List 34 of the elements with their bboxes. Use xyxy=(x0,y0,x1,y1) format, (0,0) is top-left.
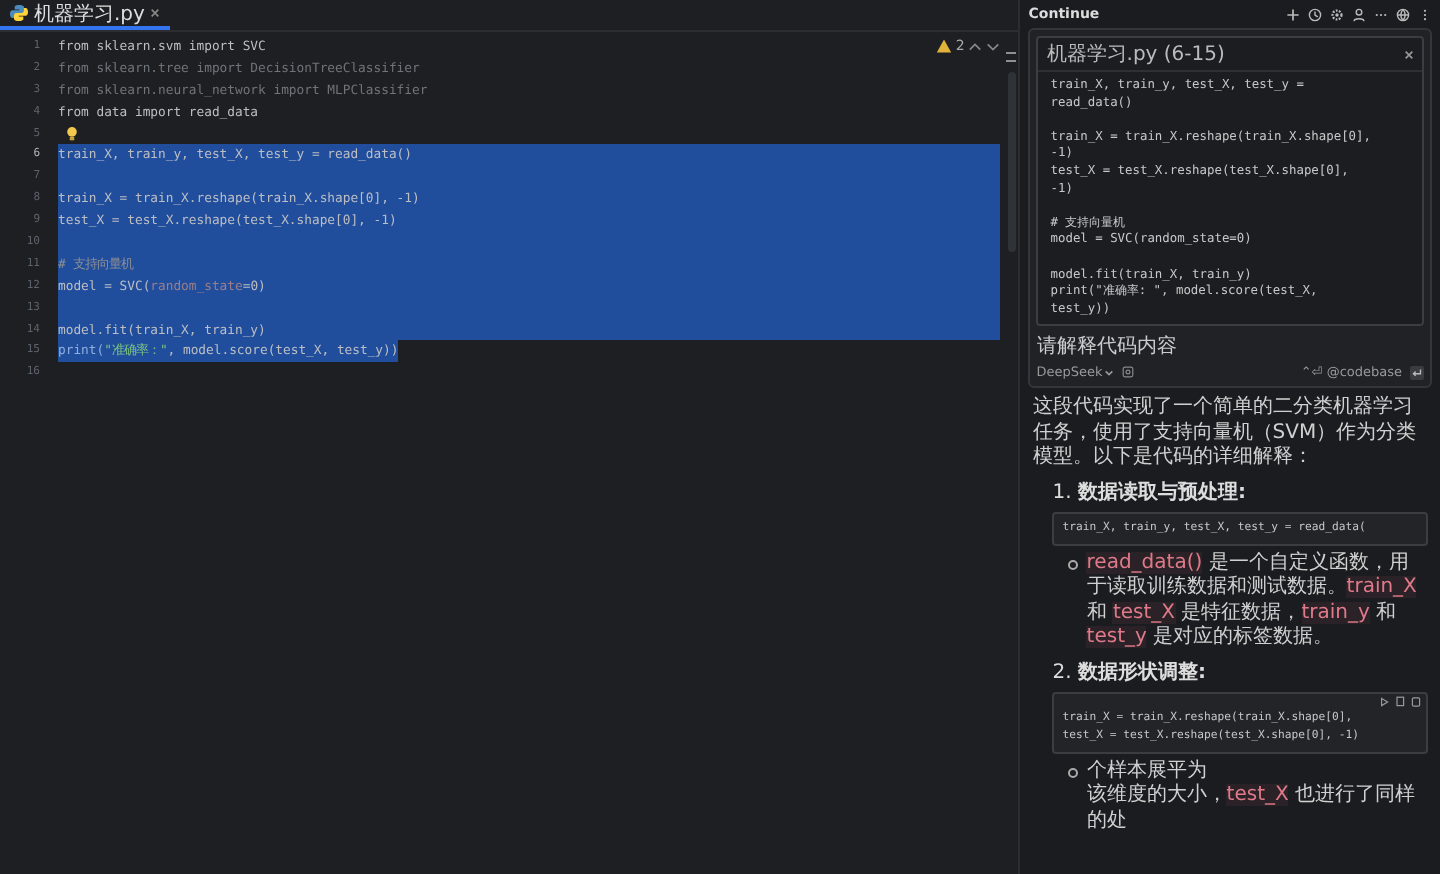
globe-icon[interactable] xyxy=(1396,7,1410,21)
python-file-icon xyxy=(10,4,28,22)
close-icon[interactable] xyxy=(1404,49,1414,59)
answer-paragraph: 这段代码实现了一个简单的二分类机器学习任务，使用了支持向量机（SVM）作为分类模型。以下是代码的详细解释： xyxy=(1032,396,1419,472)
copy-icon[interactable] xyxy=(1394,695,1406,708)
bullet-text: 该维度的大小，test_X 也进行了同样的处 xyxy=(1086,784,1418,835)
settings-icon[interactable] xyxy=(1330,7,1344,21)
bullet-text: 个样本展平为 xyxy=(1086,759,1209,783)
lightbulb-icon[interactable] xyxy=(66,126,78,142)
context-file-label: 机器学习.py (6-15) xyxy=(1046,41,1225,68)
enter-icon[interactable] xyxy=(1410,365,1424,380)
section-heading: 数据读取与预处理: xyxy=(1078,481,1247,504)
play-icon[interactable] xyxy=(1378,695,1390,708)
prompt-text[interactable]: 请解释代码内容 xyxy=(1036,332,1424,361)
warning-icon[interactable] xyxy=(935,38,952,54)
history-icon[interactable] xyxy=(1308,7,1322,21)
scrollbar-marker xyxy=(1006,52,1017,54)
file-tab[interactable]: 机器学习.py xyxy=(0,0,171,30)
bullet-icon xyxy=(1068,559,1079,570)
menu-icon[interactable] xyxy=(1418,7,1432,21)
image-icon[interactable] xyxy=(1122,366,1135,379)
section-heading: 数据形状调整: xyxy=(1078,661,1207,684)
bullet-text: read_data() 是一个自定义函数，用于读取训练数据和测试数据。train_X 和 test_X 是特征数据，train_y 和 test_y 是对应的标签数据。 xyxy=(1086,551,1419,652)
close-icon[interactable] xyxy=(150,8,161,18)
document-icon[interactable] xyxy=(1410,695,1422,708)
person-icon[interactable] xyxy=(1352,7,1366,21)
chevron-up-icon[interactable] xyxy=(968,39,983,53)
scrollbar-marker xyxy=(1006,60,1017,62)
chevron-down-icon[interactable] xyxy=(986,39,1001,53)
section-number: 2. xyxy=(1052,661,1072,684)
plus-icon[interactable] xyxy=(1286,7,1300,21)
caret-icon[interactable] xyxy=(1104,367,1115,378)
bullet-icon xyxy=(1068,767,1079,778)
section-number: 1. xyxy=(1052,481,1072,504)
